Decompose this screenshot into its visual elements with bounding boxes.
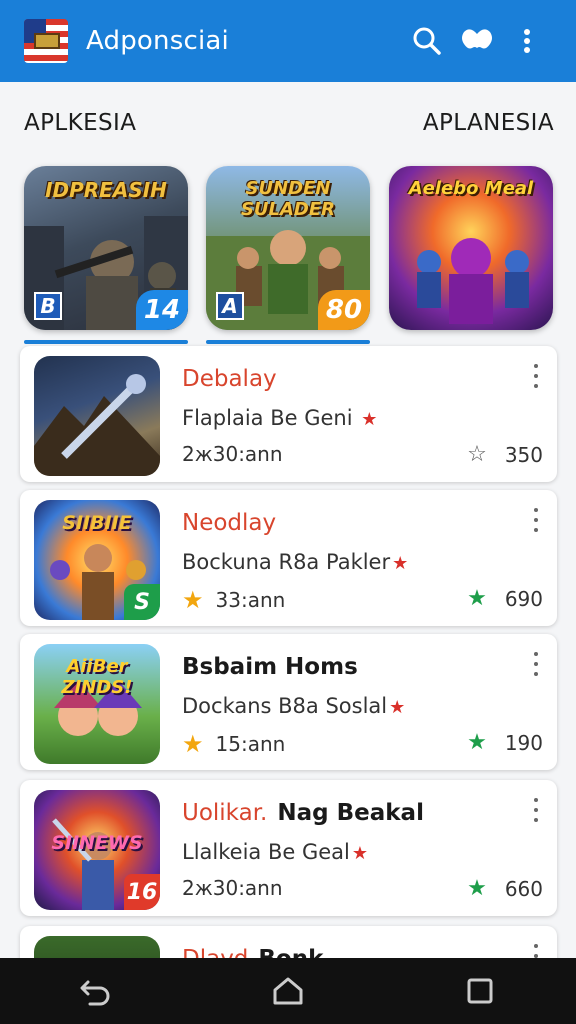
rating-count: ★ 190 <box>467 730 543 755</box>
game-thumbnail: SIIBIIE S <box>34 500 160 620</box>
featured-badge-right: 14 <box>136 290 188 330</box>
list-item[interactable]: AiiBer ZINDS! Bsbaim Homs Dockans B8a So… <box>20 634 557 770</box>
search-icon[interactable] <box>402 16 452 66</box>
thumbnail-badge: 16 <box>124 874 160 910</box>
game-title: Neodlay <box>182 510 277 536</box>
featured-badge-right: 80 <box>318 290 370 330</box>
game-meta-text: 33:ann <box>215 588 286 612</box>
green-star-icon: ★ <box>467 876 487 901</box>
list-item[interactable]: SIINEWS 16 Uolikar. Nag Beakal Llalkeia B… <box>20 780 557 916</box>
game-thumbnail: SIINEWS 16 <box>34 790 160 910</box>
list-item[interactable]: SIIBIIE S Neodlay Bockuna R8a Pakler ★ ★ 3… <box>20 490 557 626</box>
featured-game-2[interactable]: SUNDEN SULADER A 80 <box>206 166 370 330</box>
more-vert-icon[interactable] <box>529 364 543 388</box>
back-icon[interactable] <box>66 961 126 1021</box>
rating-count-value: 350 <box>504 442 543 467</box>
app-bar: Adponsciai <box>0 0 576 82</box>
featured-game-3[interactable]: Aelebo Meal <box>389 166 553 330</box>
game-thumbnail <box>34 356 160 476</box>
thumbnail-label: AiiBer ZINDS! <box>61 656 133 698</box>
green-star-icon: ★ <box>467 586 487 611</box>
more-vert-icon[interactable] <box>529 508 543 532</box>
red-star-icon: ★ <box>351 843 368 864</box>
rating-count-value: 690 <box>504 586 543 611</box>
game-subtitle: Llalkeia Be Geal ★ <box>182 840 368 864</box>
featured-game-1[interactable]: IDPREASIH B 14 <box>24 166 188 330</box>
featured-badge-left: B <box>34 292 62 320</box>
gold-star-icon: ★ <box>182 730 204 758</box>
rating-count: ★ 690 <box>467 586 543 611</box>
recents-icon[interactable] <box>450 961 510 1021</box>
more-vert-icon[interactable] <box>529 798 543 822</box>
red-star-icon: ★ <box>389 697 406 718</box>
game-meta: ★ 33:ann <box>182 586 285 614</box>
red-star-icon: ★ <box>361 409 378 430</box>
game-subtitle-text: Bockuna R8a Pakler <box>182 550 391 574</box>
gamepad-icon[interactable] <box>452 16 502 66</box>
more-vert-icon[interactable] <box>529 652 543 676</box>
system-nav-bar <box>0 958 576 1024</box>
game-meta: 2ж30:ann <box>182 442 283 466</box>
game-thumbnail: AiiBer ZINDS! <box>34 644 160 764</box>
game-title: Debalay <box>182 366 277 392</box>
thumbnail-label: SIINEWS <box>51 832 143 854</box>
featured-indicator <box>24 340 188 344</box>
rating-count-value: 190 <box>504 730 543 755</box>
section-title-left[interactable]: APLKESIA <box>24 110 136 136</box>
game-subtitle-text: Dockans B8a Soslal <box>182 694 388 718</box>
featured-indicator <box>206 340 370 344</box>
rating-count: ☆ 350 <box>467 442 543 467</box>
featured-title: Aelebo Meal <box>408 178 534 199</box>
game-title-part1: Uolikar. <box>182 800 268 826</box>
featured-carousel: IDPREASIH B 14 SUNDEN SULADER A 80 Aeleb… <box>0 166 576 346</box>
featured-title: SUNDEN SULADER <box>240 178 336 220</box>
section-title-right[interactable]: APLANESIA <box>423 110 554 136</box>
rating-count: ★ 660 <box>467 876 543 901</box>
gold-star-icon: ★ <box>182 586 204 614</box>
thumbnail-label: SIIBIIE <box>62 512 132 534</box>
game-meta-text: 15:ann <box>215 732 286 756</box>
game-subtitle: Bockuna R8a Pakler ★ <box>182 550 408 574</box>
star-outline-icon: ☆ <box>467 442 487 467</box>
game-title: Bsbaim Homs <box>182 654 358 680</box>
featured-badge-left: A <box>216 292 244 320</box>
game-meta: ★ 15:ann <box>182 730 285 758</box>
game-subtitle-text: Llalkeia Be Geal <box>182 840 350 864</box>
red-star-icon: ★ <box>392 553 409 574</box>
rating-count-value: 660 <box>504 876 543 901</box>
list-item[interactable]: Debalay Flaplaia Be Geni ★ 2ж30:ann ☆ 350 <box>20 346 557 482</box>
featured-title: IDPREASIH <box>45 178 167 202</box>
game-subtitle: Dockans B8a Soslal ★ <box>182 694 405 718</box>
flag-icon <box>24 19 68 63</box>
app-title: Adponsciai <box>86 26 229 56</box>
game-subtitle: Flaplaia Be Geni ★ <box>182 406 377 430</box>
game-subtitle-text: Flaplaia Be Geni <box>182 406 353 430</box>
game-title-part2: Nag Beakal <box>277 800 424 826</box>
game-title: Uolikar. Nag Beakal <box>182 800 424 826</box>
thumbnail-badge: S <box>124 584 160 620</box>
home-icon[interactable] <box>258 961 318 1021</box>
more-vert-icon[interactable] <box>502 16 552 66</box>
green-star-icon: ★ <box>467 730 487 755</box>
game-meta: 2ж30:ann <box>182 876 283 900</box>
